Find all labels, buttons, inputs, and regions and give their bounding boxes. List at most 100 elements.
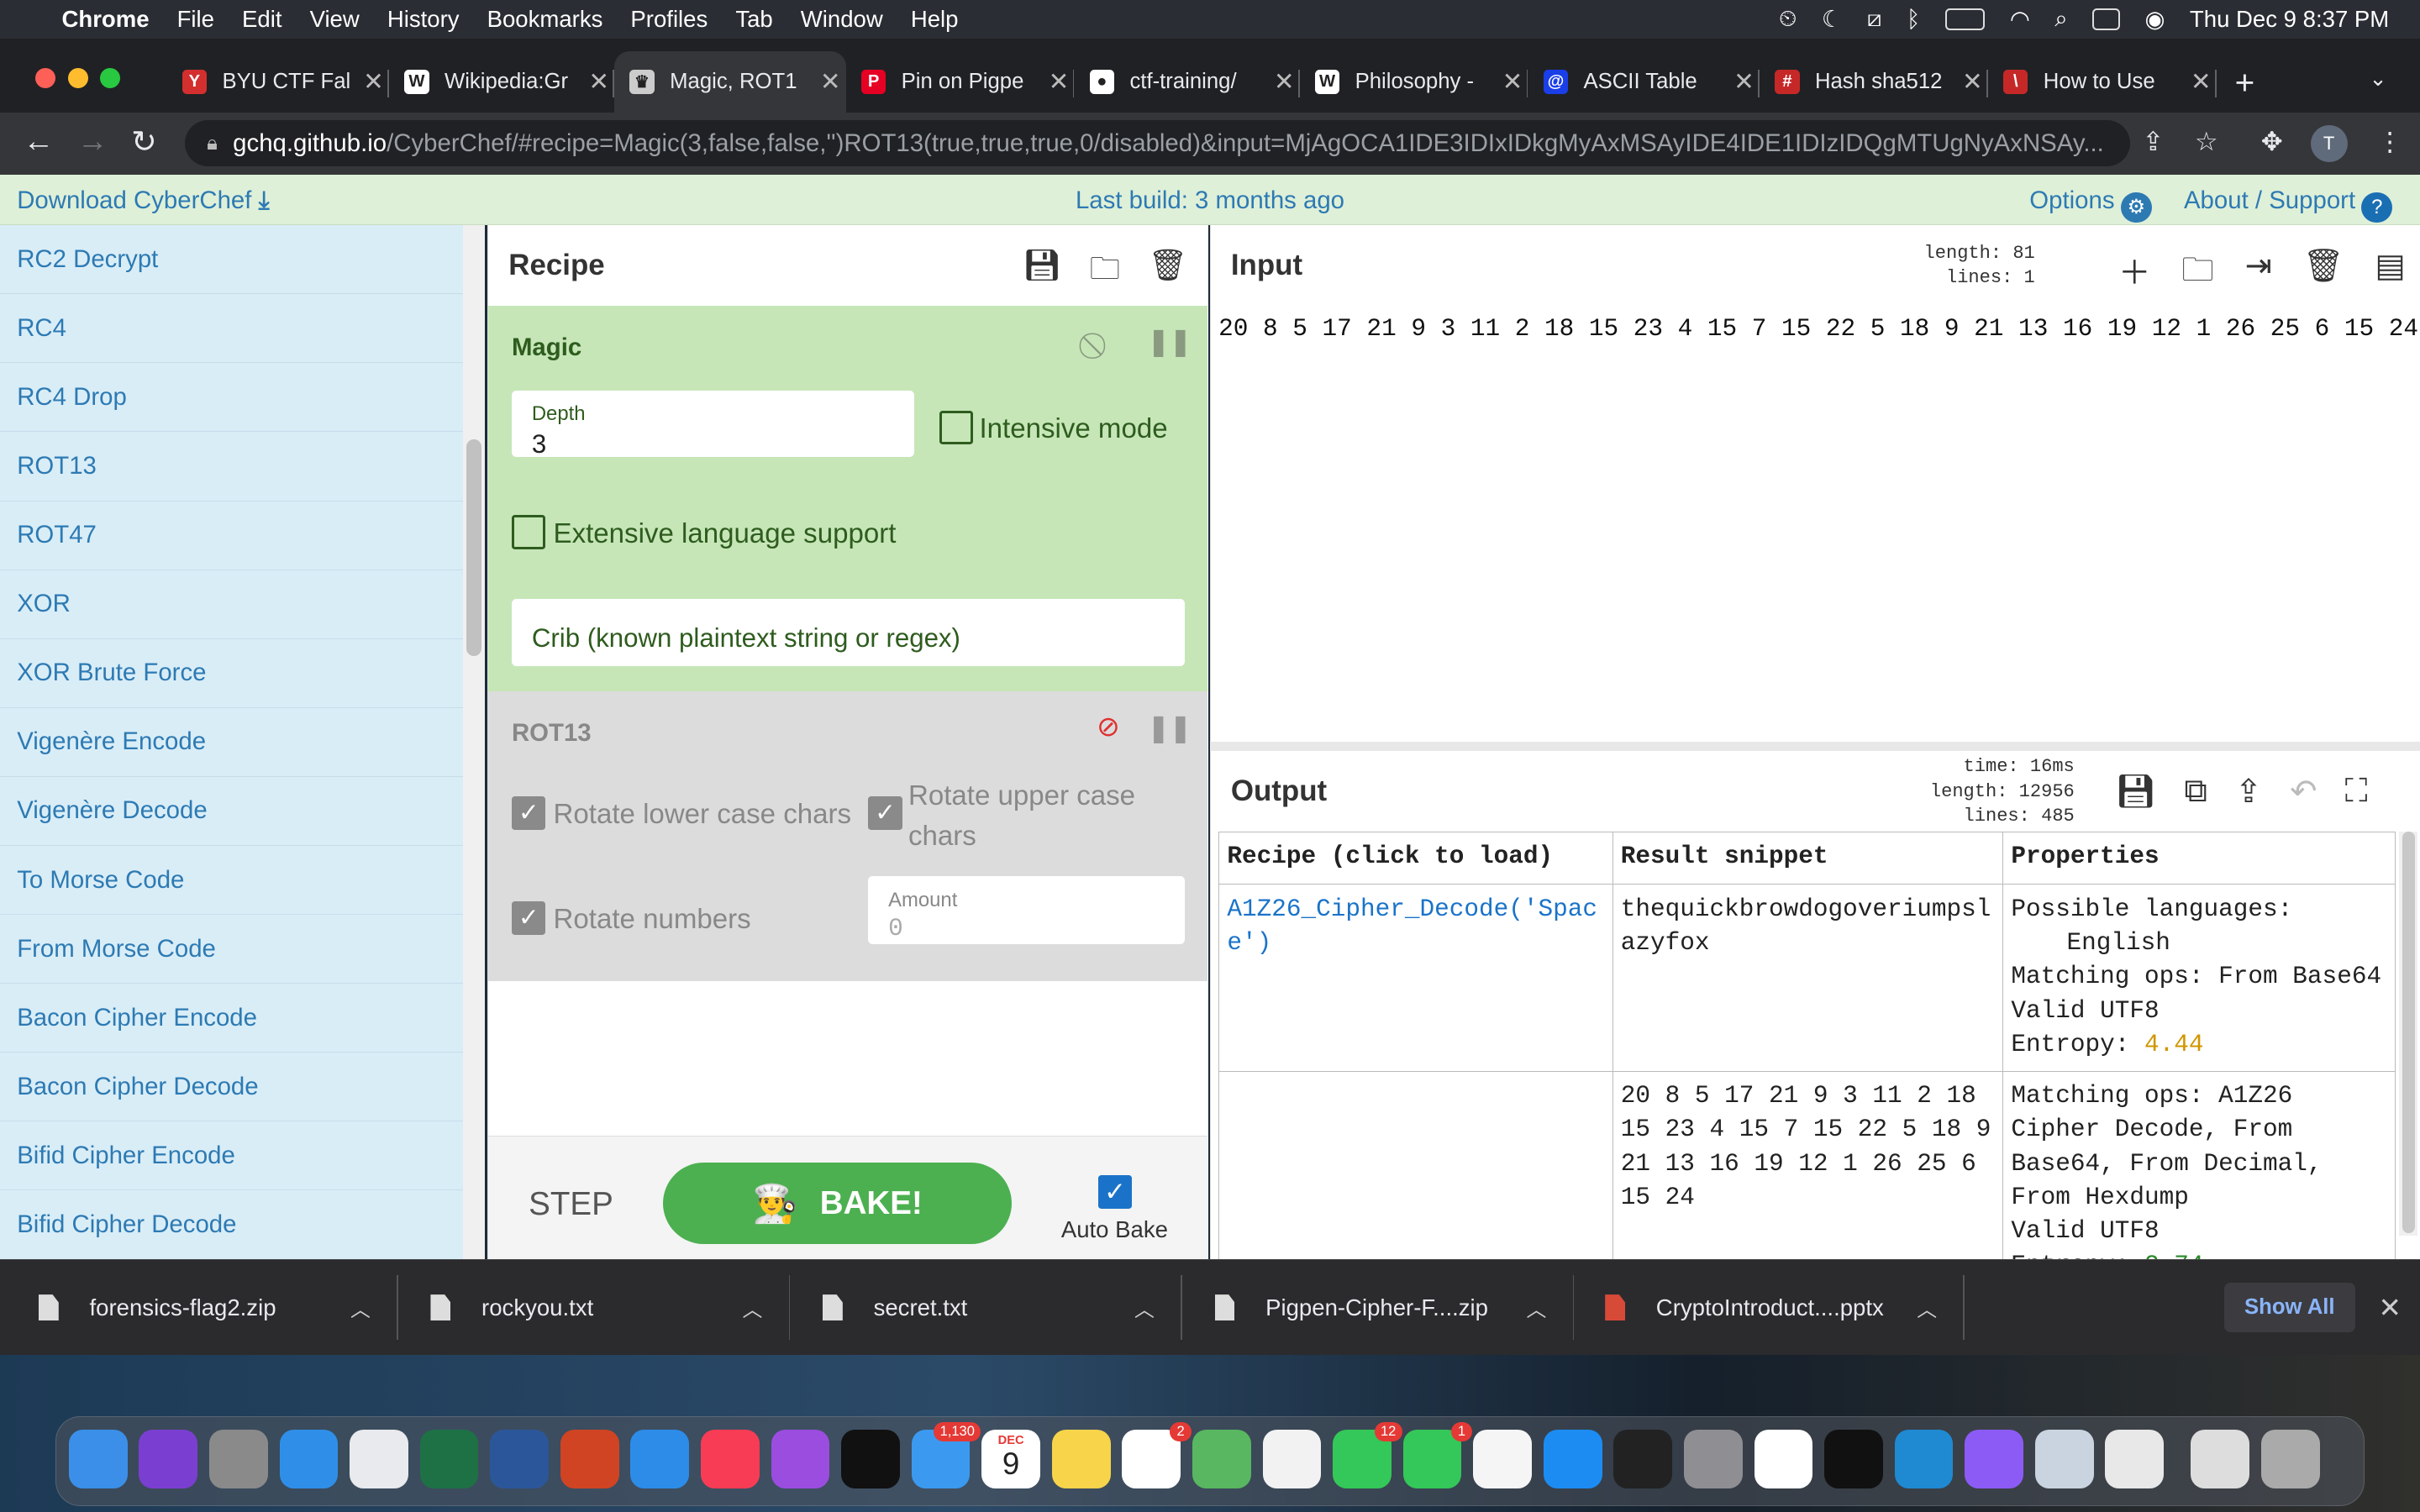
tab-slash[interactable]: \ How to Use ✕ [1988, 51, 2217, 113]
safari-icon[interactable] [279, 1429, 339, 1488]
siri-icon[interactable] [139, 1429, 198, 1488]
undo-icon[interactable]: ↶ [2290, 773, 2317, 811]
close-tab-icon[interactable]: ✕ [1044, 67, 1075, 97]
chevron-up-icon[interactable]: ︿ [1527, 1293, 1547, 1322]
operation-item[interactable]: RC4 [0, 294, 464, 364]
operation-item[interactable]: RC2 Decrypt [0, 225, 464, 295]
appstore-icon[interactable] [1543, 1429, 1602, 1488]
textedit-icon[interactable] [2105, 1429, 2165, 1488]
operation-item[interactable]: From Morse Code [0, 915, 464, 984]
input-textarea[interactable]: 20 8 5 17 21 9 3 11 2 18 15 23 4 15 7 15… [1218, 315, 2418, 343]
tab-wikipedia[interactable]: W Philosophy - ✕ [1300, 51, 1528, 113]
tab-at[interactable]: @ ASCII Table ✕ [1528, 51, 1760, 113]
operation-item[interactable]: To Morse Code [0, 846, 464, 916]
close-downloads-icon[interactable]: ✕ [2378, 1291, 2402, 1325]
operation-item[interactable]: Bacon Cipher Encode [0, 984, 464, 1053]
minimize-window-button[interactable] [67, 67, 88, 88]
operation-item[interactable]: Bifid Cipher Decode [0, 1190, 464, 1259]
clear-input-trash-icon[interactable]: 🗑︎ [2303, 247, 2344, 302]
close-window-button[interactable] [35, 67, 56, 88]
music-icon[interactable] [700, 1429, 760, 1488]
menu-window[interactable]: Window [801, 6, 883, 33]
download-item[interactable]: forensics-flag2.zip ︿ [38, 1260, 371, 1356]
chevron-up-icon[interactable]: ︿ [1134, 1293, 1155, 1322]
battery-icon[interactable] [1944, 8, 1986, 30]
back-arrow-icon[interactable]: ← [24, 123, 55, 159]
replace-input-icon[interactable]: ⇪ [2235, 773, 2262, 811]
recipe-cell[interactable]: A1Z26_Cipher_Decode('Space') [1218, 884, 1613, 1072]
extensions-puzzle-icon[interactable]: ✥ [2261, 127, 2283, 157]
depth-field[interactable]: Depth 3 [511, 390, 915, 459]
save-output-icon[interactable]: 💾︎ [2115, 773, 2156, 811]
reload-icon[interactable]: ↻ [131, 123, 157, 160]
settings-icon[interactable] [1683, 1429, 1743, 1488]
menu-edit[interactable]: Edit [242, 6, 281, 33]
breakpoint-pause-icon[interactable]: ❚❚ [1148, 327, 1192, 357]
menu-app-name[interactable]: Chrome [61, 6, 149, 33]
bookmark-star-icon[interactable]: ☆ [2195, 127, 2218, 157]
maximize-window-button[interactable] [100, 67, 121, 88]
chrome-icon[interactable] [350, 1429, 408, 1488]
chevron-up-icon[interactable]: ︿ [742, 1293, 762, 1322]
auto-bake-checkbox[interactable]: ✓ [1097, 1174, 1133, 1210]
menu-profiles[interactable]: Profiles [630, 6, 708, 33]
operation-item[interactable]: ROT47 [0, 501, 464, 570]
show-all-button[interactable]: Show All [2223, 1283, 2355, 1333]
messages-icon[interactable]: 12 [1333, 1421, 1402, 1488]
photos-icon[interactable] [1262, 1429, 1322, 1488]
new-tab-button[interactable]: + [2235, 63, 2255, 102]
close-tab-icon[interactable]: ✕ [1497, 67, 1528, 97]
bluetooth-icon[interactable]: ᛒ [1907, 6, 1921, 33]
menu-view[interactable]: View [310, 6, 360, 33]
open-file-icon[interactable]: ⇥ [2245, 247, 2272, 302]
tab-byu[interactable]: Y BYU CTF Fal ✕ [166, 51, 389, 113]
recipe-cell[interactable] [1218, 1070, 1613, 1292]
intensive-mode-checkbox[interactable] [939, 410, 974, 444]
siri-icon[interactable]: ◉ [2145, 6, 2165, 33]
menu-history[interactable]: History [387, 6, 460, 33]
operation-item[interactable]: RC4 Drop [0, 363, 464, 433]
appletv-icon[interactable] [841, 1429, 900, 1488]
podcasts-icon[interactable] [771, 1429, 830, 1488]
recipe-load-link[interactable]: A1Z26_Cipher_Decode('Space') [1227, 895, 1597, 957]
xcode-icon[interactable] [630, 1429, 690, 1488]
download-item[interactable]: rockyou.txt ︿ [430, 1260, 762, 1356]
operations-scroll-thumb[interactable] [466, 439, 482, 656]
control-center-icon[interactable] [2092, 8, 2121, 30]
download-item[interactable]: secret.txt ︿ [822, 1260, 1155, 1356]
step-button[interactable]: STEP [529, 1186, 613, 1223]
menubar-clock[interactable]: Thu Dec 9 8:37 PM [2190, 6, 2389, 33]
operation-item[interactable]: Vigenère Decode [0, 777, 464, 846]
news-icon[interactable] [1473, 1429, 1532, 1488]
menu-file[interactable]: File [177, 6, 214, 33]
tab-github[interactable]: ● ctf-training/ ✕ [1074, 51, 1300, 113]
breakpoint-pause-icon[interactable]: ❚❚ [1148, 713, 1192, 743]
close-tab-icon[interactable]: ✕ [583, 67, 614, 97]
operation-item[interactable]: Vigenère Encode [0, 708, 464, 777]
clear-recipe-trash-icon[interactable]: 🗑︎ [1148, 247, 1187, 299]
panel-resizer[interactable] [1209, 742, 2420, 752]
options-link[interactable]: Options ⚙ [2029, 186, 2152, 223]
chevron-up-icon[interactable]: ︿ [1917, 1293, 1937, 1322]
output-scroll-thumb[interactable] [2402, 831, 2415, 1233]
preview-icon[interactable] [2034, 1429, 2094, 1488]
terminal-icon[interactable] [1824, 1429, 1883, 1488]
timer-icon[interactable]: ⏲ [1779, 5, 1797, 33]
powerpoint-icon[interactable] [560, 1429, 619, 1488]
tab-pinterest[interactable]: P Pin on Pigpe ✕ [846, 51, 1075, 113]
archive-icon[interactable] [2191, 1429, 2250, 1488]
slack-icon[interactable] [1754, 1429, 1813, 1488]
vscode-icon[interactable] [1894, 1429, 1954, 1488]
operation-item[interactable]: ROT13 [0, 432, 464, 501]
trash-icon[interactable] [2260, 1429, 2320, 1488]
mail-icon[interactable]: 1,130 [911, 1421, 981, 1488]
forward-arrow-icon[interactable]: → [77, 123, 108, 159]
about-support-link[interactable]: About / Support? [2184, 186, 2393, 223]
address-bar[interactable]: 🔒︎ gchq.github.io/CyberChef/#recipe=Magi… [185, 120, 2130, 167]
wifi-icon[interactable]: ◠ [2010, 6, 2030, 33]
profile-avatar[interactable]: T [2310, 124, 2348, 162]
share-icon[interactable]: ⇪ [2142, 127, 2164, 157]
excel-icon[interactable] [419, 1429, 479, 1488]
rotate-upper-checkbox[interactable]: ✓ [868, 795, 902, 831]
close-tab-icon[interactable]: ✕ [1728, 67, 1760, 97]
